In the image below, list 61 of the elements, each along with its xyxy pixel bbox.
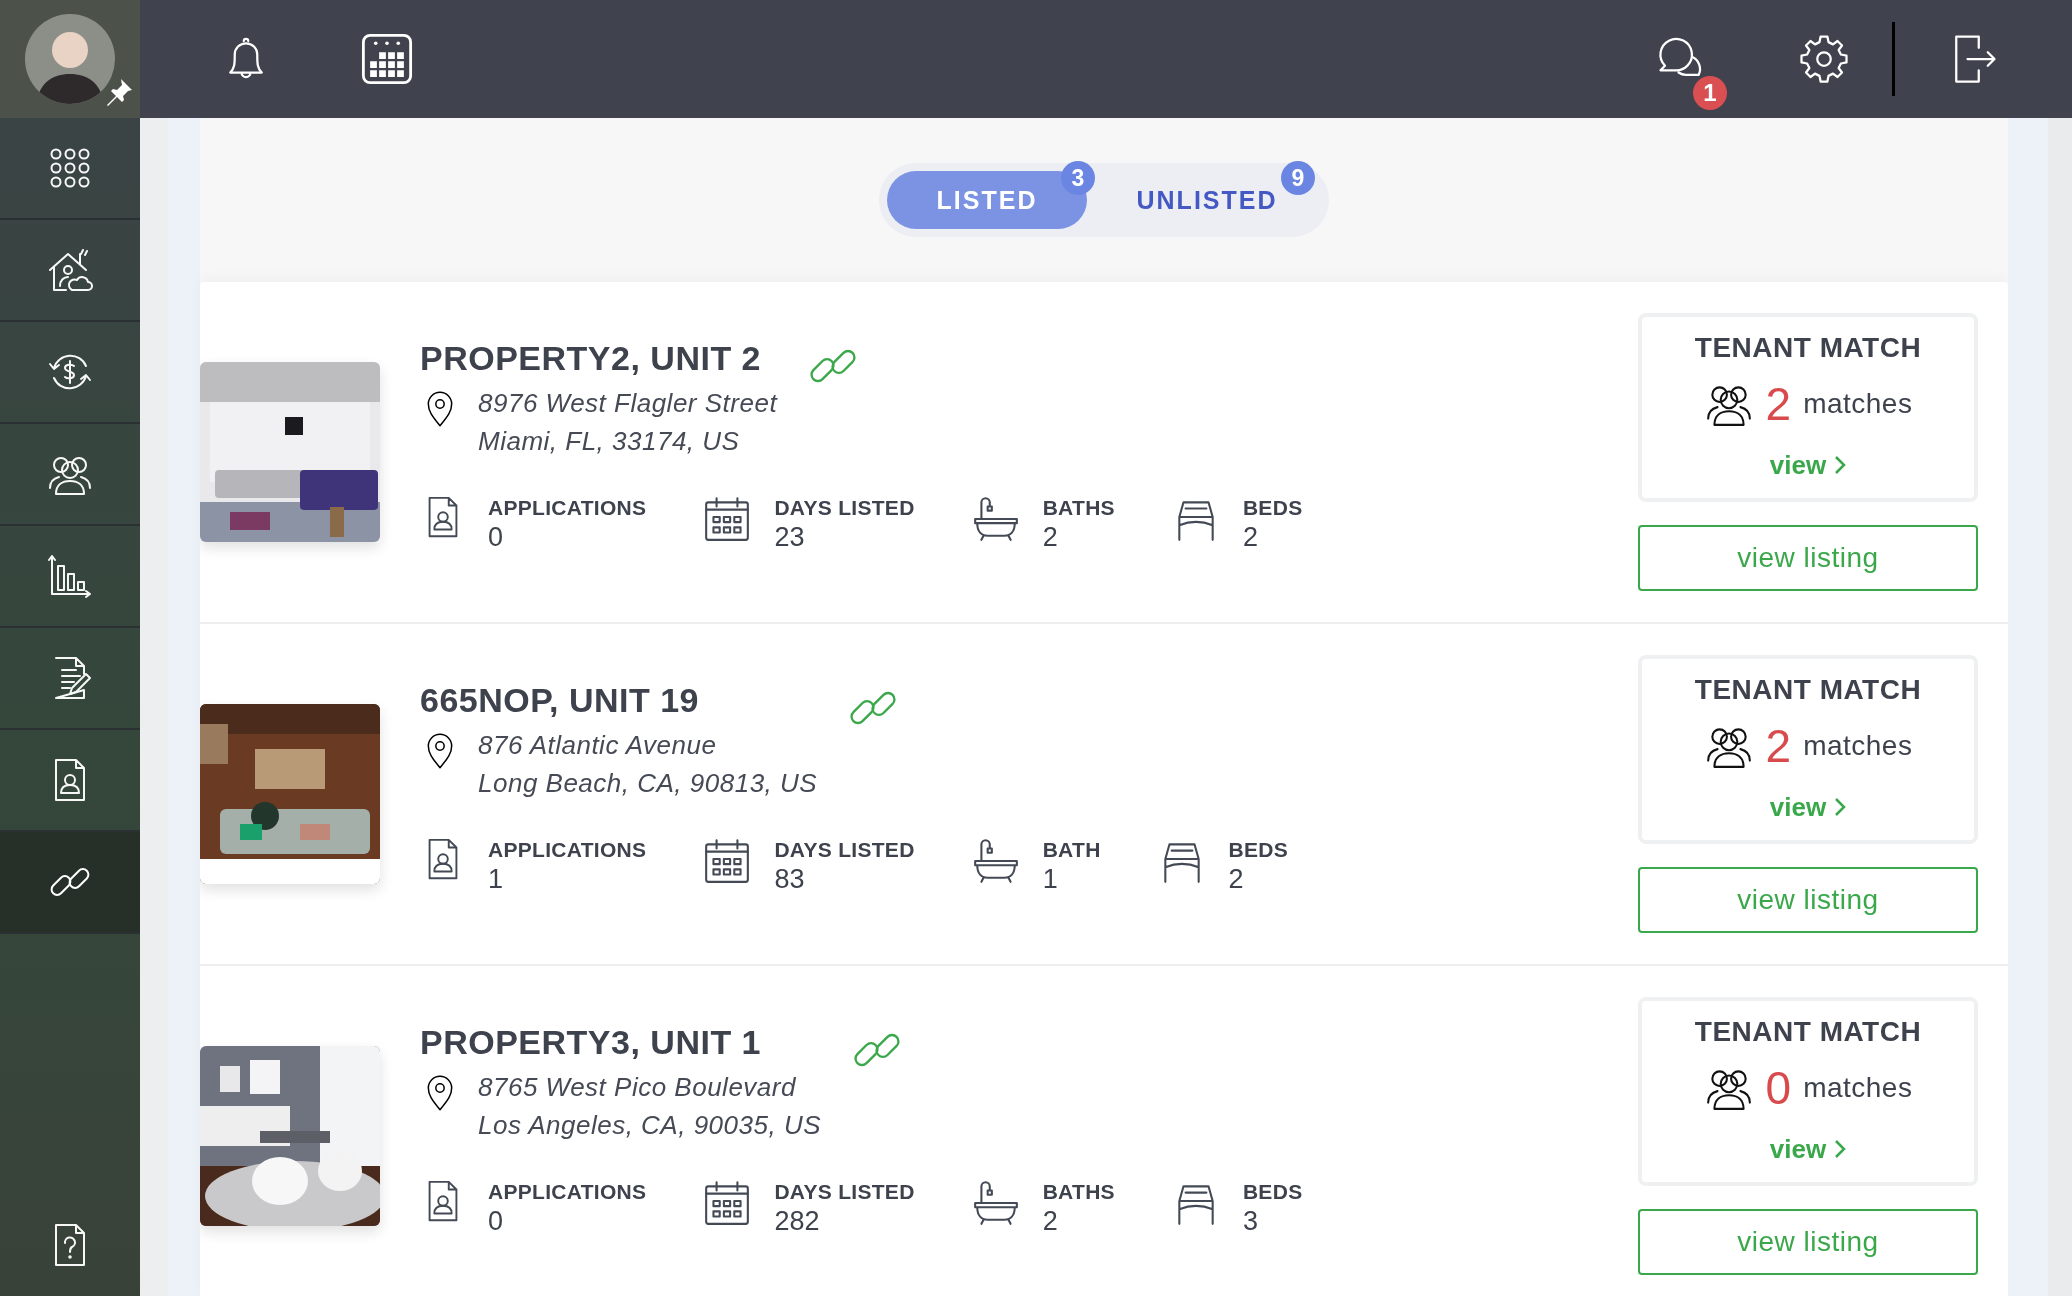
- view-listing-button[interactable]: view listing: [1638, 525, 1978, 591]
- match-count: 2: [1765, 721, 1792, 771]
- stat-label: APPLICATIONS: [488, 495, 647, 521]
- stat-value: 2: [1228, 864, 1245, 894]
- settings-button[interactable]: [1797, 32, 1851, 86]
- match-label: matches: [1803, 730, 1913, 762]
- match-label: matches: [1803, 1072, 1913, 1104]
- stat-value: 83: [774, 864, 806, 894]
- address-line: 8976 West Flagler Street: [478, 387, 778, 420]
- chevron-right-icon: [1834, 1139, 1847, 1159]
- address-line: Long Beach, CA, 90813, US: [478, 767, 818, 800]
- stat-value: 2: [1242, 522, 1259, 552]
- card-title: TENANT MATCH: [1694, 1015, 1922, 1049]
- stat-label: DAYS LISTED: [774, 1179, 915, 1205]
- stat-value: 0: [488, 1206, 505, 1236]
- count-badge: 9: [1281, 161, 1315, 195]
- house-icon: [46, 246, 94, 294]
- stat-label: APPLICATIONS: [488, 837, 647, 863]
- chevron-right-icon: [1834, 455, 1847, 475]
- calendar-button[interactable]: [360, 32, 414, 86]
- stat-value: 1: [488, 864, 505, 894]
- calendar-icon: [360, 32, 414, 86]
- address-line: Los Angeles, CA, 90035, US: [478, 1109, 821, 1142]
- chevron-right-icon: [1834, 797, 1847, 817]
- pin-icon[interactable]: [105, 76, 135, 106]
- stat-label: BATH: [1042, 837, 1101, 863]
- notification-badge: 1: [1693, 76, 1727, 110]
- settings-icon: [1797, 32, 1851, 86]
- address-line: Miami, FL, 33174, US: [478, 425, 741, 458]
- stat-label: DAYS LISTED: [774, 495, 915, 521]
- view-listing-button[interactable]: view listing: [1638, 1209, 1978, 1275]
- stat-label: BEDS: [1228, 837, 1289, 863]
- stat-label: BATHS: [1042, 1179, 1115, 1205]
- card-title: TENANT MATCH: [1694, 331, 1922, 365]
- view-link[interactable]: view: [1769, 447, 1847, 483]
- view-link[interactable]: view: [1769, 789, 1847, 825]
- count-badge: 3: [1061, 161, 1095, 195]
- stat-value: 2: [1042, 1206, 1059, 1236]
- bar-chart-icon: [46, 552, 94, 600]
- stat-value: 3: [1242, 1206, 1259, 1236]
- stat-value: 0: [488, 522, 505, 552]
- address-line: 876 Atlantic Avenue: [478, 729, 718, 762]
- stat-value: 23: [774, 522, 806, 552]
- view-link[interactable]: view: [1769, 1131, 1847, 1167]
- match-count: 0: [1765, 1063, 1792, 1113]
- stat-value: 2: [1042, 522, 1059, 552]
- card-title: TENANT MATCH: [1694, 673, 1922, 707]
- stat-value: 1: [1042, 864, 1059, 894]
- property-title: PROPERTY3, UNIT 1: [420, 1022, 762, 1062]
- view-listing-button[interactable]: view listing: [1638, 867, 1978, 933]
- match-count: 2: [1765, 379, 1792, 429]
- match-label: matches: [1803, 388, 1913, 420]
- stat-label: BATHS: [1042, 495, 1115, 521]
- address-line: 8765 West Pico Boulevard: [478, 1071, 797, 1104]
- stat-label: DAYS LISTED: [774, 837, 915, 863]
- stat-label: BEDS: [1242, 1179, 1303, 1205]
- property-title: 665NOP, UNIT 19: [420, 680, 700, 720]
- stat-label: APPLICATIONS: [488, 1179, 647, 1205]
- stat-label: BEDS: [1242, 495, 1303, 521]
- property-title: PROPERTY2, UNIT 2: [420, 338, 762, 378]
- stat-value: 282: [774, 1206, 821, 1236]
